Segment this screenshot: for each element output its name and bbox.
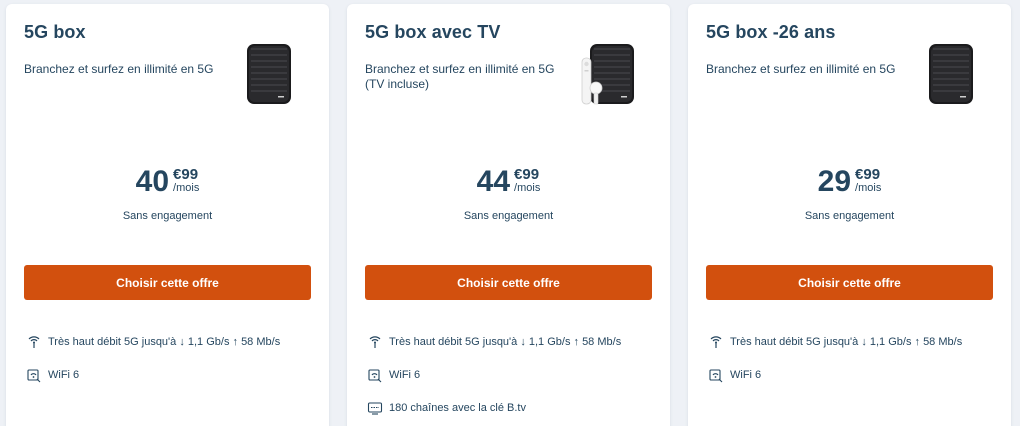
offer-description: Branchez et surfez en illimité en 5G (TV… [365, 62, 555, 91]
price-amount: 29 [817, 165, 852, 198]
price-amount: 44 [476, 165, 511, 198]
5g-antenna-icon [28, 336, 40, 348]
feature-text: Très haut débit 5G jusqu'à ↓ 1,1 Gb/s ↑ … [730, 336, 963, 348]
price-period: /mois [173, 182, 200, 194]
5g-antenna-icon [369, 336, 381, 348]
feature-item: Très haut débit 5G jusqu'à ↓ 1,1 Gb/s ↑ … [26, 334, 316, 350]
offer-card-5g-box: 5G box Branchez et surfez en illimité en… [6, 4, 329, 426]
feature-item: 180 chaînes avec la clé B.tv [367, 400, 657, 416]
feature-list: Très haut débit 5G jusqu'à ↓ 1,1 Gb/s ↑ … [367, 334, 657, 426]
feature-text: 180 chaînes avec la clé B.tv [389, 402, 526, 414]
offer-card-5g-box-26-ans: 5G box -26 ans Branchez et surfez en ill… [688, 4, 1011, 426]
feature-list: Très haut débit 5G jusqu'à ↓ 1,1 Gb/s ↑ … [26, 334, 316, 400]
5g-box-product-image [921, 42, 981, 108]
feature-item: WiFi 6 [708, 367, 998, 383]
offer-description: Branchez et surfez en illimité en 5G [706, 62, 896, 76]
wifi-icon [368, 369, 382, 383]
commitment-text: Sans engagement [804, 210, 895, 222]
feature-item: Très haut débit 5G jusqu'à ↓ 1,1 Gb/s ↑ … [367, 334, 657, 350]
offer-title: 5G box avec TV [365, 22, 501, 42]
offer-title: 5G box [24, 22, 86, 42]
wifi-icon [27, 369, 41, 383]
wifi-icon [709, 369, 723, 383]
offer-title: 5G box -26 ans [706, 22, 836, 42]
price: 40 €99 /mois [6, 164, 329, 200]
feature-text: WiFi 6 [48, 369, 80, 381]
5g-antenna-icon [710, 336, 722, 348]
feature-item: Très haut débit 5G jusqu'à ↓ 1,1 Gb/s ↑ … [708, 334, 998, 350]
price-cents: €99 [514, 166, 540, 183]
choose-offer-button[interactable]: Choisir cette offre [706, 265, 993, 300]
feature-text: WiFi 6 [730, 369, 762, 381]
price-amount: 40 [135, 165, 170, 198]
feature-text: WiFi 6 [389, 369, 421, 381]
price-cents: €99 [173, 166, 199, 183]
offers-row: 5G box Branchez et surfez en illimité en… [0, 0, 1020, 426]
feature-item: WiFi 6 [367, 367, 657, 383]
price: 29 €99 /mois [688, 164, 1011, 200]
feature-list: Très haut débit 5G jusqu'à ↓ 1,1 Gb/s ↑ … [708, 334, 998, 400]
feature-text: Très haut débit 5G jusqu'à ↓ 1,1 Gb/s ↑ … [48, 336, 281, 348]
feature-text: Très haut débit 5G jusqu'à ↓ 1,1 Gb/s ↑ … [389, 336, 622, 348]
commitment-text: Sans engagement [122, 210, 213, 222]
5g-box-with-tv-key-image [580, 42, 640, 108]
offer-card-5g-box-avec-tv: 5G box avec TV Branchez et surfez en ill… [347, 4, 670, 426]
price-cents: €99 [855, 166, 881, 183]
5g-box-product-image [239, 42, 299, 108]
choose-offer-button[interactable]: Choisir cette offre [365, 265, 652, 300]
choose-offer-button[interactable]: Choisir cette offre [24, 265, 311, 300]
price-period: /mois [514, 182, 541, 194]
offer-description: Branchez et surfez en illimité en 5G [24, 62, 214, 76]
feature-item: WiFi 6 [26, 367, 316, 383]
price-period: /mois [855, 182, 882, 194]
tv-icon [367, 402, 383, 415]
price: 44 €99 /mois [347, 164, 670, 200]
commitment-text: Sans engagement [463, 210, 554, 222]
